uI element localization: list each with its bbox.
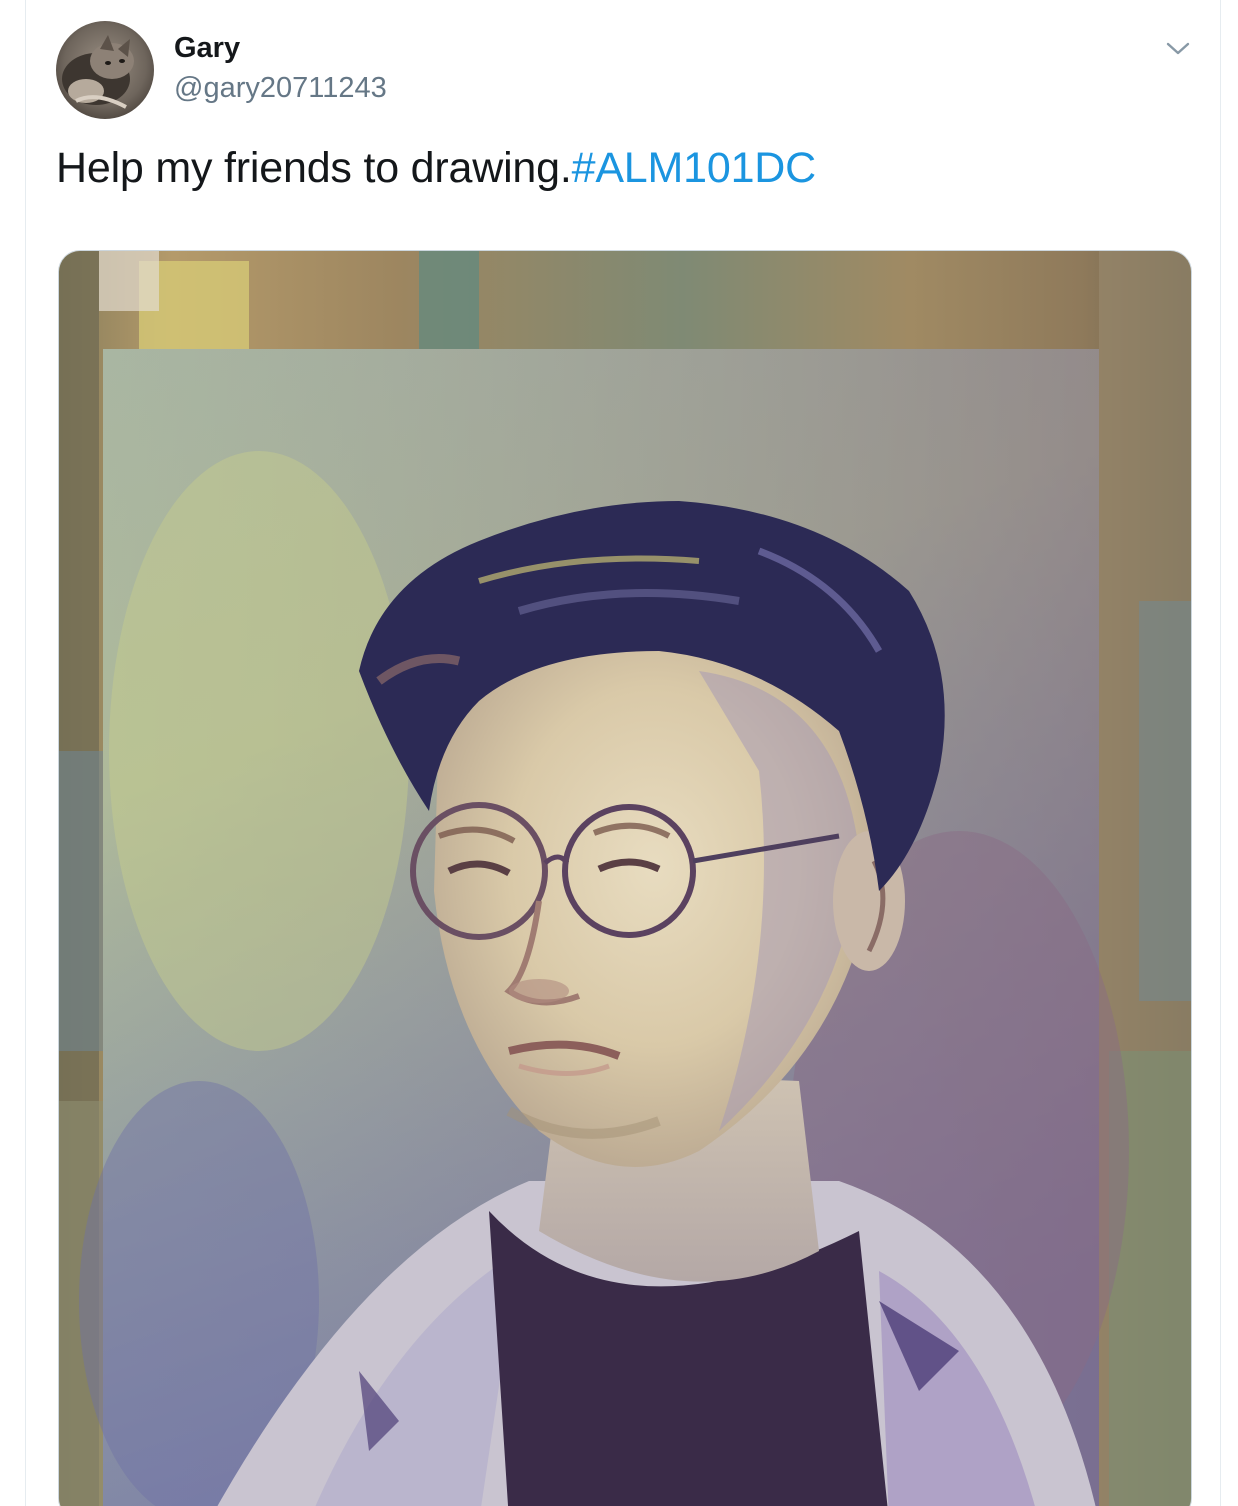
tweet-photo[interactable] xyxy=(58,250,1192,1506)
tweet-body: Help my friends to drawing. xyxy=(56,144,572,192)
author-handle[interactable]: @gary20711243 xyxy=(174,72,387,105)
tweet-card[interactable]: Gary @gary20711243 Help my friends to dr… xyxy=(25,0,1221,1506)
chevron-down-icon[interactable] xyxy=(1162,36,1194,60)
hashtag-link[interactable]: #ALM101DC xyxy=(572,144,817,192)
oil-painting-portrait-image xyxy=(59,251,1191,1506)
author-display-name[interactable]: Gary xyxy=(174,32,240,65)
cat-avatar-icon[interactable] xyxy=(56,21,154,119)
page-margin xyxy=(0,0,24,1506)
tweet-text: Help my friends to drawing.#ALM101DC xyxy=(56,144,816,193)
